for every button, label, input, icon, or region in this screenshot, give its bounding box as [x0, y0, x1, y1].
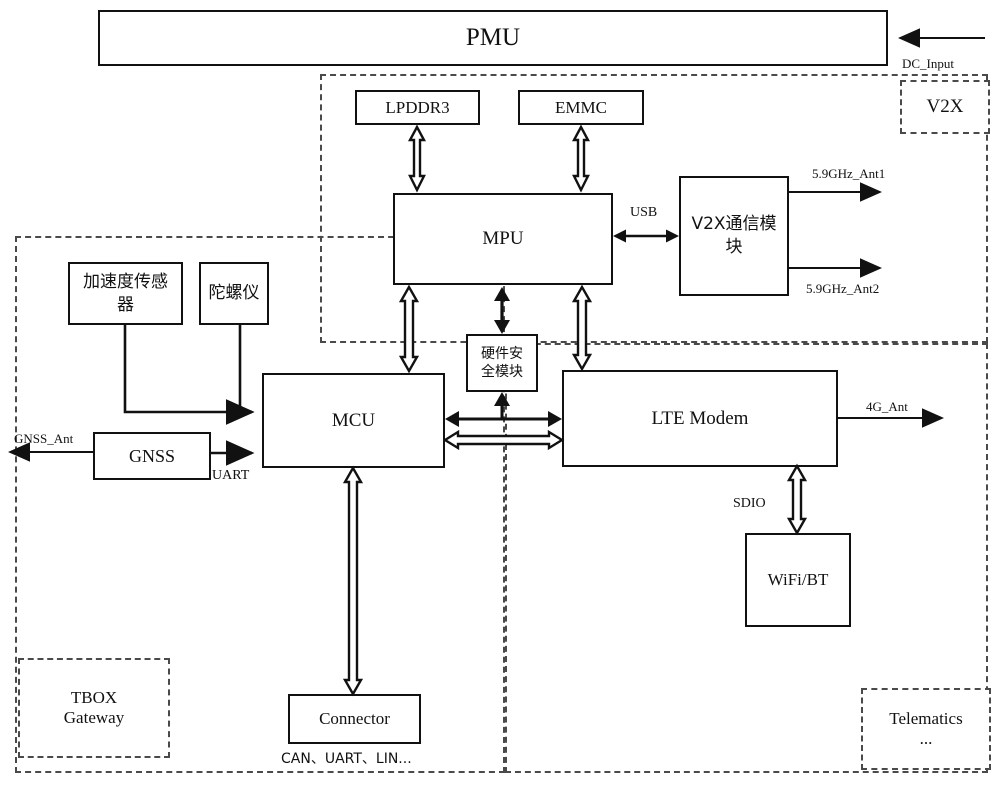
accel-label-line-2: 器: [117, 294, 134, 315]
label-gnss-ant: GNSS_Ant: [14, 431, 74, 446]
zone-badge-v2x: V2X: [900, 80, 990, 134]
block-connector-label: Connector: [319, 709, 390, 729]
block-mpu[interactable]: MPU: [393, 193, 613, 285]
block-wifi-bt-label: WiFi/BT: [767, 570, 829, 590]
label-dc-input: DC_Input: [902, 56, 954, 71]
block-emmc-label: EMMC: [555, 97, 607, 117]
block-gyroscope-label: 陀螺仪: [208, 282, 260, 303]
block-v2x-communication-module[interactable]: V2X通信模块: [679, 176, 789, 296]
label-uart: UART: [212, 468, 250, 483]
zone-badge-v2x-label: V2X: [926, 96, 964, 117]
block-accelerometer-label: 加速度传感 器: [83, 271, 168, 315]
zone-badge-tbox-line-1: TBOX: [70, 688, 118, 707]
label-usb: USB: [630, 205, 658, 220]
block-hardware-security-module[interactable]: 硬件安 全模块: [466, 334, 538, 392]
block-pmu-label: PMU: [465, 23, 521, 51]
block-accelerometer[interactable]: 加速度传感 器: [68, 262, 183, 325]
block-emmc[interactable]: EMMC: [518, 90, 644, 125]
block-mcu[interactable]: MCU: [262, 373, 445, 468]
block-mpu-label: MPU: [482, 228, 524, 250]
block-mcu-label: MCU: [331, 409, 376, 431]
label-sdio: SDIO: [733, 496, 766, 511]
block-gnss[interactable]: GNSS: [93, 432, 211, 480]
block-v2x-communication-module-label: V2X通信模块: [691, 214, 777, 257]
zone-badge-telematics-line-1: Telematics: [889, 709, 963, 728]
zone-badge-telematics: Telematics ...: [861, 688, 991, 770]
label-4g-ant: 4G_Ant: [866, 399, 908, 414]
block-diagram-canvas: PMU LPDDR3 EMMC MPU V2X通信模块 硬件安 全模块 MCU …: [0, 0, 1000, 792]
zone-badge-telematics-line-2: ...: [919, 729, 933, 748]
zone-badge-tbox-gateway: TBOX Gateway: [18, 658, 170, 758]
block-gnss-label: GNSS: [128, 445, 176, 466]
accel-label-line-1: 加速度传感: [83, 272, 168, 293]
block-gyroscope[interactable]: 陀螺仪: [199, 262, 269, 325]
block-connector[interactable]: Connector: [288, 694, 421, 744]
block-lpddr3[interactable]: LPDDR3: [355, 90, 480, 125]
block-lte-modem-label: LTE Modem: [651, 407, 749, 429]
hsm-label-line-2: 全模块: [481, 364, 523, 380]
block-hardware-security-module-label: 硬件安 全模块: [481, 345, 523, 381]
block-wifi-bt[interactable]: WiFi/BT: [745, 533, 851, 627]
label-5-9ghz-ant1: 5.9GHz_Ant1: [812, 166, 886, 181]
block-pmu[interactable]: PMU: [98, 10, 888, 66]
zone-badge-tbox-line-2: Gateway: [63, 708, 125, 727]
block-lpddr3-label: LPDDR3: [385, 97, 450, 117]
block-lte-modem[interactable]: LTE Modem: [562, 370, 838, 467]
hsm-label-line-1: 硬件安: [481, 345, 523, 362]
label-connector-buses: CAN、UART、LIN...: [281, 751, 412, 767]
label-5-9ghz-ant2: 5.9GHz_Ant2: [806, 281, 880, 296]
